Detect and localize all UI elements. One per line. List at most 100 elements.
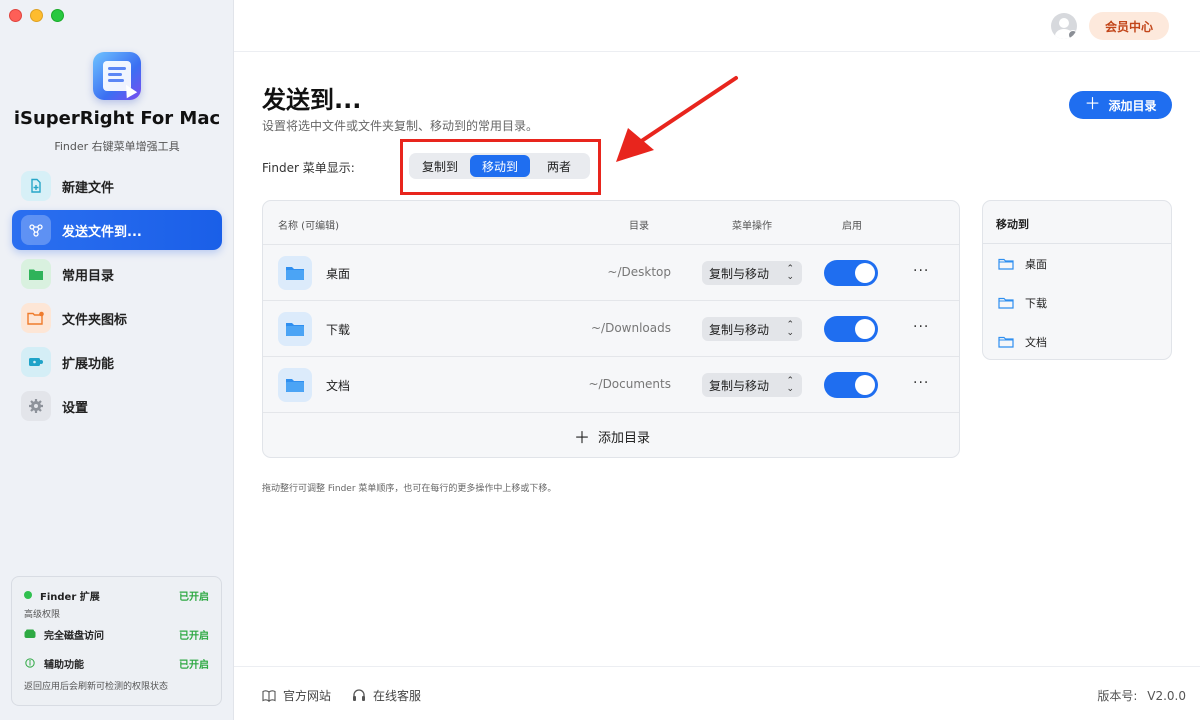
segment-move-to[interactable]: 移动到 <box>470 155 530 177</box>
app-logo-icon <box>93 52 141 100</box>
perm-accessibility[interactable]: 辅助功能 已开启 <box>24 655 209 671</box>
app-name: iSuperRight For Mac <box>13 108 221 129</box>
status-dot-icon <box>24 591 32 599</box>
preview-item-label: 桌面 <box>1025 257 1047 271</box>
perm-footnote: 返回应用后会刷新可检测的权限状态 <box>24 682 169 692</box>
close-window-button[interactable] <box>9 9 22 22</box>
gear-icon <box>21 391 51 421</box>
column-header-op: 菜单操作 <box>732 221 772 232</box>
segment-both[interactable]: 两者 <box>532 155 586 177</box>
disk-icon <box>24 629 36 638</box>
folder-outline-icon <box>998 297 1014 309</box>
more-options-icon[interactable]: ··· <box>913 319 929 335</box>
table-row[interactable]: 桌面 ~/Desktop 复制与移动 ⌃ ⌄ ··· <box>263 245 959 301</box>
website-label: 官方网站 <box>283 689 332 703</box>
sidebar-item-label: 发送文件到... <box>62 224 142 240</box>
chevron-updown-icon: ⌃ ⌄ <box>786 264 794 282</box>
page-title: 发送到... <box>262 86 362 114</box>
perm-disk-access[interactable]: 完全磁盘访问 已开启 <box>24 626 209 642</box>
version-info: 版本号: V2.0.0 <box>1097 687 1186 704</box>
folder-image-icon <box>21 303 51 333</box>
support-link[interactable]: 在线客服 <box>352 687 421 704</box>
row-op-value: 复制与移动 <box>709 322 770 337</box>
user-avatar-icon[interactable] <box>1051 13 1077 39</box>
sidebar-item-folder-icon[interactable]: 文件夹图标 <box>12 298 222 338</box>
version-label: 版本号: <box>1097 689 1138 703</box>
perm-label: Finder 扩展 <box>40 591 100 603</box>
new-file-icon <box>21 171 51 201</box>
row-name[interactable]: 文档 <box>326 377 350 394</box>
more-options-icon[interactable]: ··· <box>913 375 929 391</box>
finder-display-label: Finder 菜单显示: <box>262 161 355 175</box>
perm-finder-ext: Finder 扩展 已开启 <box>24 587 209 603</box>
row-path: ~/Documents <box>588 377 671 391</box>
reorder-hint: 拖动整行可调整 Finder 菜单顺序，也可在每行的更多操作中上移或下移。 <box>262 484 557 494</box>
row-op-value: 复制与移动 <box>709 266 770 281</box>
minimize-window-button[interactable] <box>30 9 43 22</box>
member-center-button[interactable]: 会员中心 <box>1089 12 1169 40</box>
row-op-value: 复制与移动 <box>709 378 770 393</box>
row-enabled-toggle[interactable] <box>824 316 878 342</box>
sidebar-nav: 新建文件 发送文件到... 常用目录 文件夹图标 扩展功能 设置 <box>12 166 222 430</box>
row-op-select[interactable]: 复制与移动 ⌃ ⌄ <box>702 373 802 397</box>
perm-state: 已开启 <box>179 591 209 603</box>
sidebar-item-label: 扩展功能 <box>62 356 115 372</box>
sidebar-item-extensions[interactable]: 扩展功能 <box>12 342 222 382</box>
preview-item-label: 文档 <box>1025 335 1047 349</box>
add-directory-button[interactable]: ＋ 添加目录 <box>1069 91 1172 119</box>
segment-copy-to[interactable]: 复制到 <box>412 155 468 177</box>
book-icon <box>262 689 276 702</box>
table-row[interactable]: 文档 ~/Documents 复制与移动 ⌃ ⌄ ··· <box>263 357 959 413</box>
website-link[interactable]: 官方网站 <box>262 687 331 704</box>
perm-state: 已开启 <box>179 659 209 671</box>
table-row[interactable]: 下载 ~/Downloads 复制与移动 ⌃ ⌄ ··· <box>263 301 959 357</box>
zoom-window-button[interactable] <box>51 9 64 22</box>
advanced-perm-heading: 高级权限 <box>24 610 61 620</box>
preview-item: 文档 <box>983 322 1171 361</box>
row-name[interactable]: 桌面 <box>326 265 350 282</box>
preview-item: 下载 <box>983 283 1171 322</box>
row-op-select[interactable]: 复制与移动 ⌃ ⌄ <box>702 261 802 285</box>
add-directory-row-button[interactable]: ＋ 添加目录 <box>263 413 959 457</box>
perm-label: 完全磁盘访问 <box>44 630 104 642</box>
sidebar-item-send-to[interactable]: 发送文件到... <box>12 210 222 250</box>
preview-item: 桌面 <box>983 244 1171 283</box>
folder-icon <box>21 259 51 289</box>
support-label: 在线客服 <box>373 689 422 703</box>
perm-label: 辅助功能 <box>44 659 84 671</box>
column-header-name: 名称 (可编辑) <box>278 221 339 232</box>
preview-title: 移动到 <box>983 201 1171 244</box>
add-directory-label: 添加目录 <box>1108 98 1157 113</box>
sidebar-item-common-dirs[interactable]: 常用目录 <box>12 254 222 294</box>
row-enabled-toggle[interactable] <box>824 372 878 398</box>
sidebar-item-label: 新建文件 <box>62 180 115 196</box>
directory-table: 名称 (可编辑) 目录 菜单操作 启用 桌面 ~/Desktop 复制与移动 ⌃… <box>262 200 960 458</box>
bottom-bar: 官方网站 在线客服 版本号: V2.0.0 <box>234 666 1200 720</box>
sidebar-item-new-file[interactable]: 新建文件 <box>12 166 222 206</box>
sidebar-item-label: 文件夹图标 <box>62 312 128 328</box>
more-options-icon[interactable]: ··· <box>913 263 929 279</box>
column-header-dir: 目录 <box>629 221 649 232</box>
row-enabled-toggle[interactable] <box>824 260 878 286</box>
folder-icon <box>278 368 312 402</box>
menu-preview-panel: 移动到 桌面 下载 文档 <box>982 200 1172 360</box>
chevron-updown-icon: ⌃ ⌄ <box>786 376 794 394</box>
finder-display-segmented-control: 复制到 移动到 两者 <box>409 153 590 179</box>
folder-outline-icon <box>998 336 1014 348</box>
sidebar-item-settings[interactable]: 设置 <box>12 386 222 426</box>
add-directory-row-label: 添加目录 <box>598 430 651 446</box>
share-nodes-icon <box>21 215 51 245</box>
row-path: ~/Desktop <box>607 265 671 279</box>
plus-icon: ＋ <box>573 428 590 447</box>
plus-icon: ＋ <box>1084 96 1101 113</box>
headphones-icon <box>353 689 365 701</box>
window-controls <box>9 9 64 22</box>
sidebar: iSuperRight For Mac Finder 右键菜单增强工具 新建文件… <box>0 0 234 720</box>
chevron-updown-icon: ⌃ ⌄ <box>786 320 794 338</box>
folder-icon <box>278 312 312 346</box>
folder-outline-icon <box>998 258 1014 270</box>
permissions-panel: Finder 扩展 已开启 高级权限 完全磁盘访问 已开启 辅助功能 已开启 返… <box>11 576 222 706</box>
row-name[interactable]: 下载 <box>326 321 350 338</box>
row-op-select[interactable]: 复制与移动 ⌃ ⌄ <box>702 317 802 341</box>
column-header-enabled: 启用 <box>842 221 862 232</box>
